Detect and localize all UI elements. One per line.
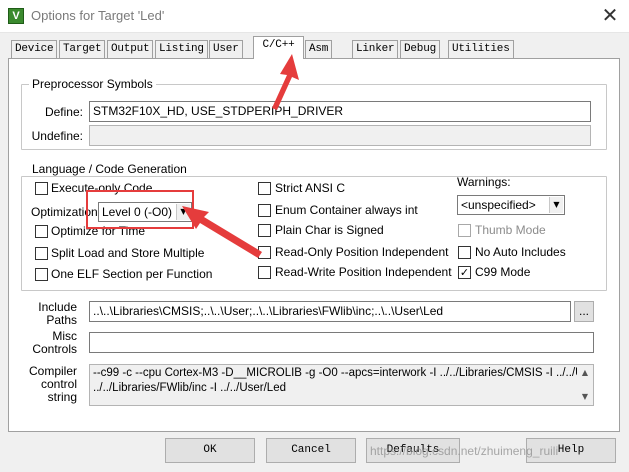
misc-controls-field[interactable] — [89, 332, 594, 353]
ro-position-independent-checkbox[interactable] — [258, 246, 271, 259]
compiler-string-line2: ../../Libraries/FWlib/inc -I ../../User/… — [93, 382, 286, 394]
tab-target[interactable]: Target — [59, 40, 106, 58]
c99-mode-label: C99 Mode — [475, 265, 531, 279]
tab-user[interactable]: User — [209, 40, 243, 58]
window-title: Options for Target 'Led' — [31, 8, 165, 23]
scroll-down-icon[interactable]: ▼ — [577, 390, 593, 404]
optimize-time-checkbox[interactable] — [35, 225, 48, 238]
compiler-string-label: Compiler control string — [25, 365, 77, 404]
tab-utilities[interactable]: Utilities — [448, 40, 514, 58]
misc-label-line2: Controls — [32, 342, 77, 356]
ok-button[interactable]: OK — [165, 438, 255, 463]
undefine-field[interactable] — [89, 125, 591, 146]
c-cpp-tab-panel: Preprocessor Symbols Define: STM32F10X_H… — [8, 58, 620, 432]
compiler-string-field[interactable]: --c99 -c --cpu Cortex-M3 -D__MICROLIB -g… — [89, 364, 594, 406]
keil-uvision-icon: V — [8, 8, 24, 24]
title-bar: V Options for Target 'Led' ✕ — [0, 0, 629, 33]
tab-output[interactable]: Output — [107, 40, 154, 58]
cancel-button[interactable]: Cancel — [266, 438, 356, 463]
compiler-string-line1: --c99 -c --cpu Cortex-M3 -D__MICROLIB -g… — [93, 367, 594, 379]
scroll-up-icon[interactable]: ▲ — [577, 366, 593, 380]
execute-only-label: Execute-only Code — [51, 181, 153, 195]
thumb-mode-checkbox[interactable] — [458, 224, 471, 237]
tab-c-cpp[interactable]: C/C++ — [253, 36, 304, 59]
one-elf-section-checkbox[interactable] — [35, 268, 48, 281]
include-paths-field[interactable]: ..\..\Libraries\CMSIS;..\..\User;..\..\L… — [89, 301, 571, 322]
enum-container-checkbox[interactable] — [258, 204, 271, 217]
optimization-value: Level 0 (-O0) — [102, 205, 173, 219]
define-field[interactable]: STM32F10X_HD, USE_STDPERIPH_DRIVER — [89, 101, 591, 122]
include-label-line2: Paths — [46, 313, 77, 327]
warnings-value: <unspecified> — [461, 198, 536, 212]
language-group-label: Language / Code Generation — [29, 162, 190, 176]
checkmark-icon: ✓ — [459, 266, 470, 279]
rw-position-independent-label: Read-Write Position Independent — [275, 265, 452, 279]
preprocessor-group-label: Preprocessor Symbols — [29, 77, 156, 91]
ro-position-independent-label: Read-Only Position Independent — [275, 245, 449, 259]
warnings-label: Warnings: — [457, 175, 511, 189]
split-load-store-checkbox[interactable] — [35, 247, 48, 260]
rw-position-independent-checkbox[interactable] — [258, 266, 271, 279]
tab-linker[interactable]: Linker — [352, 40, 399, 58]
split-load-store-label: Split Load and Store Multiple — [51, 246, 205, 260]
warnings-select[interactable]: <unspecified> ▼ — [457, 195, 565, 215]
tab-listing[interactable]: Listing — [155, 40, 208, 58]
include-paths-browse-button[interactable]: ... — [574, 301, 594, 322]
one-elf-section-label: One ELF Section per Function — [51, 267, 213, 281]
misc-controls-label: Misc Controls — [25, 330, 77, 356]
enum-container-label: Enum Container always int — [275, 203, 418, 217]
execute-only-checkbox[interactable] — [35, 182, 48, 195]
compiler-label-line3: string — [47, 390, 77, 404]
no-auto-includes-label: No Auto Includes — [475, 245, 566, 259]
include-paths-label: Include Paths — [25, 301, 77, 327]
no-auto-includes-checkbox[interactable] — [458, 246, 471, 259]
thumb-mode-label: Thumb Mode — [475, 223, 546, 237]
tab-debug[interactable]: Debug — [400, 40, 441, 58]
chevron-down-icon: ▼ — [176, 204, 190, 220]
tab-asm[interactable]: Asm — [305, 40, 333, 58]
tab-device[interactable]: Device — [11, 40, 58, 58]
compiler-string-scrollbar[interactable]: ▲ ▼ — [577, 365, 593, 405]
watermark: https://blog.csdn.net/zhuimeng_ruili — [370, 444, 559, 458]
define-label: Define: — [44, 105, 83, 119]
plain-char-signed-checkbox[interactable] — [258, 224, 271, 237]
optimize-time-label: Optimize for Time — [51, 224, 146, 238]
plain-char-signed-label: Plain Char is Signed — [275, 223, 384, 237]
close-button[interactable]: ✕ — [596, 4, 624, 28]
strict-ansi-label: Strict ANSI C — [275, 181, 346, 195]
chevron-down-icon: ▼ — [549, 197, 563, 213]
optimization-select[interactable]: Level 0 (-O0) ▼ — [98, 202, 192, 222]
strict-ansi-checkbox[interactable] — [258, 182, 271, 195]
optimization-label: Optimization: — [31, 205, 102, 219]
undefine-label: Undefine: — [31, 129, 83, 143]
c99-mode-checkbox[interactable]: ✓ — [458, 266, 471, 279]
